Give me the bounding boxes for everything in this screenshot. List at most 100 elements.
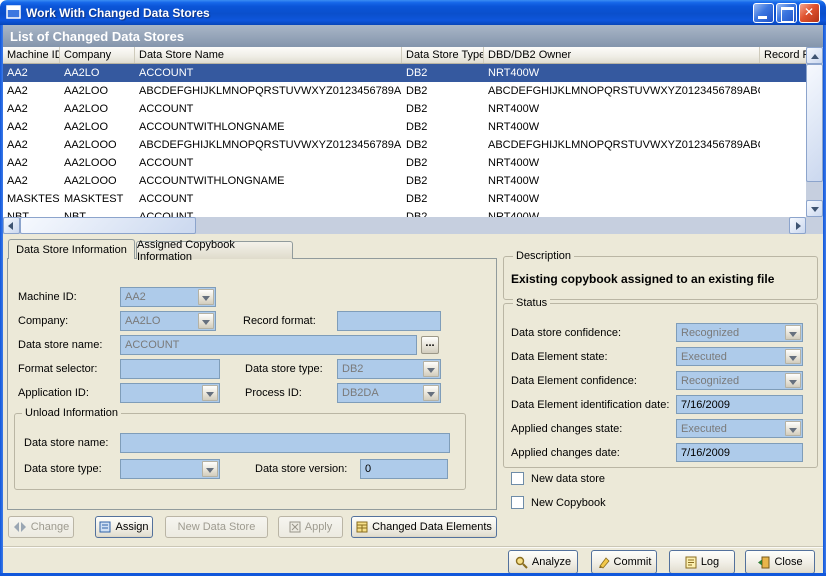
- cell: AA2: [3, 82, 60, 100]
- log-button[interactable]: Log: [669, 550, 735, 574]
- cell: ABCDEFGHIJKLMNOPQRSTUVWXYZ0123456789ABC: [135, 136, 402, 154]
- new-copybook-checkbox[interactable]: [511, 496, 524, 509]
- tab-assigned-copybook-information[interactable]: Assigned Copybook Information: [136, 241, 293, 259]
- changed-data-elements-button[interactable]: Changed Data Elements: [351, 516, 497, 538]
- company-label: Company:: [18, 315, 68, 327]
- data-store-type-combo[interactable]: DB2: [337, 359, 441, 379]
- cell: DB2: [402, 208, 484, 217]
- column-header-data-store-name[interactable]: Data Store Name: [135, 47, 402, 63]
- cell: ACCOUNTWITHLONGNAME: [135, 172, 402, 190]
- apply-button[interactable]: Apply: [278, 516, 343, 538]
- cell: DB2: [402, 172, 484, 190]
- maximize-button[interactable]: [776, 3, 797, 23]
- change-button[interactable]: Change: [8, 516, 74, 538]
- close-button[interactable]: [799, 3, 820, 23]
- chevron-down-icon[interactable]: [423, 385, 439, 401]
- record-format-label: Record format:: [243, 315, 316, 327]
- scroll-down-icon[interactable]: [806, 200, 823, 217]
- table-row[interactable]: AA2 AA2LOOO ACCOUNT DB2 NRT400W: [3, 154, 806, 172]
- table-row[interactable]: MASKTEST MASKTEST ACCOUNT DB2 NRT400W: [3, 190, 806, 208]
- data-element-confidence-label: Data Element confidence:: [511, 375, 637, 387]
- log-icon: [685, 556, 697, 569]
- process-id-label: Process ID:: [245, 387, 302, 399]
- data-element-state-combo[interactable]: Executed: [676, 347, 803, 366]
- changed-data-elements-label: Changed Data Elements: [372, 521, 492, 533]
- tab-data-store-information[interactable]: Data Store Information: [8, 239, 135, 259]
- data-element-confidence-combo[interactable]: Recognized: [676, 371, 803, 390]
- application-id-combo[interactable]: [120, 383, 220, 403]
- new-data-store-button[interactable]: New Data Store: [165, 516, 268, 538]
- vertical-scroll-thumb[interactable]: [806, 64, 823, 182]
- scroll-left-icon[interactable]: [3, 217, 20, 234]
- chevron-down-icon[interactable]: [202, 385, 218, 401]
- data-element-identification-date-field[interactable]: 7/16/2009: [676, 395, 803, 414]
- chevron-down-icon[interactable]: [198, 313, 214, 329]
- unload-data-store-version-field[interactable]: 0: [360, 459, 448, 479]
- data-store-confidence-combo[interactable]: Recognized: [676, 323, 803, 342]
- unload-data-store-type-combo[interactable]: [120, 459, 220, 479]
- vertical-scrollbar[interactable]: [806, 47, 823, 217]
- data-element-state-value: Executed: [681, 351, 727, 363]
- table-row[interactable]: AA2 AA2LO ACCOUNT DB2 NRT400W: [3, 64, 806, 82]
- chevron-down-icon[interactable]: [202, 461, 218, 477]
- chevron-down-icon[interactable]: [785, 421, 801, 436]
- applied-changes-state-value: Executed: [681, 423, 727, 435]
- cell: DB2: [402, 154, 484, 172]
- status-title: Status: [513, 297, 550, 309]
- assign-button[interactable]: Assign: [95, 516, 153, 538]
- chevron-down-icon[interactable]: [785, 325, 801, 340]
- table-row[interactable]: NBT NBT ACCOUNT DB2 NRT400W: [3, 208, 806, 217]
- commit-button[interactable]: Commit: [591, 550, 657, 574]
- exit-door-icon: [757, 556, 770, 569]
- process-id-combo[interactable]: DB2DA: [337, 383, 441, 403]
- applied-changes-date-field[interactable]: 7/16/2009: [676, 443, 803, 462]
- table-row[interactable]: AA2 AA2LOO ACCOUNTWITHLONGNAME DB2 NRT40…: [3, 118, 806, 136]
- new-data-store-checkbox[interactable]: [511, 472, 524, 485]
- cell: ACCOUNT: [135, 208, 402, 217]
- table-row[interactable]: AA2 AA2LOOO ACCOUNTWITHLONGNAME DB2 NRT4…: [3, 172, 806, 190]
- cell: AA2: [3, 154, 60, 172]
- applied-changes-state-combo[interactable]: Executed: [676, 419, 803, 438]
- table-row[interactable]: AA2 AA2LOO ABCDEFGHIJKLMNOPQRSTUVWXYZ012…: [3, 82, 806, 100]
- scroll-right-icon[interactable]: [789, 217, 806, 234]
- table-row[interactable]: AA2 AA2LOO ACCOUNT DB2 NRT400W: [3, 100, 806, 118]
- unload-data-store-name-label: Data store name:: [24, 437, 108, 449]
- column-header-company[interactable]: Company: [60, 47, 135, 63]
- column-header-machine-id[interactable]: Machine ID: [3, 47, 60, 63]
- column-header-dbd-db2-owner[interactable]: DBD/DB2 Owner: [484, 47, 760, 63]
- description-text: Existing copybook assigned to an existin…: [511, 272, 814, 286]
- data-store-confidence-value: Recognized: [681, 327, 739, 339]
- change-label: Change: [31, 521, 70, 533]
- cell: AA2: [3, 136, 60, 154]
- machine-id-combo[interactable]: AA2: [120, 287, 216, 307]
- record-format-field[interactable]: [337, 311, 441, 331]
- browse-button[interactable]: ...: [421, 336, 439, 354]
- cell: MASKTEST: [3, 190, 60, 208]
- cell: NRT400W: [484, 118, 760, 136]
- table-row[interactable]: AA2 AA2LOOO ABCDEFGHIJKLMNOPQRSTUVWXYZ01…: [3, 136, 806, 154]
- titlebar[interactable]: Work With Changed Data Stores: [0, 0, 826, 25]
- company-combo[interactable]: AA2LO: [120, 311, 216, 331]
- column-header-data-store-type[interactable]: Data Store Type: [402, 47, 484, 63]
- new-data-store-label: New Data Store: [178, 521, 256, 533]
- minimize-button[interactable]: [753, 3, 774, 23]
- chevron-down-icon[interactable]: [785, 349, 801, 364]
- cell: NRT400W: [484, 172, 760, 190]
- format-selector-field[interactable]: [120, 359, 220, 379]
- horizontal-scroll-thumb[interactable]: [20, 217, 196, 234]
- cell: MASKTEST: [60, 190, 135, 208]
- chevron-down-icon[interactable]: [785, 373, 801, 388]
- change-icon: [13, 521, 27, 533]
- cell: NRT400W: [484, 190, 760, 208]
- close-action-button[interactable]: Close: [745, 550, 815, 574]
- analyze-button[interactable]: Analyze: [508, 550, 578, 574]
- cell: [760, 190, 806, 208]
- chevron-down-icon[interactable]: [198, 289, 214, 305]
- cell: AA2LOOO: [60, 172, 135, 190]
- horizontal-scrollbar[interactable]: [3, 217, 806, 234]
- unload-data-store-name-field[interactable]: [120, 433, 450, 453]
- chevron-down-icon[interactable]: [423, 361, 439, 377]
- scroll-up-icon[interactable]: [806, 47, 823, 64]
- window-title: Work With Changed Data Stores: [26, 6, 210, 20]
- data-store-name-field[interactable]: ACCOUNT: [120, 335, 417, 355]
